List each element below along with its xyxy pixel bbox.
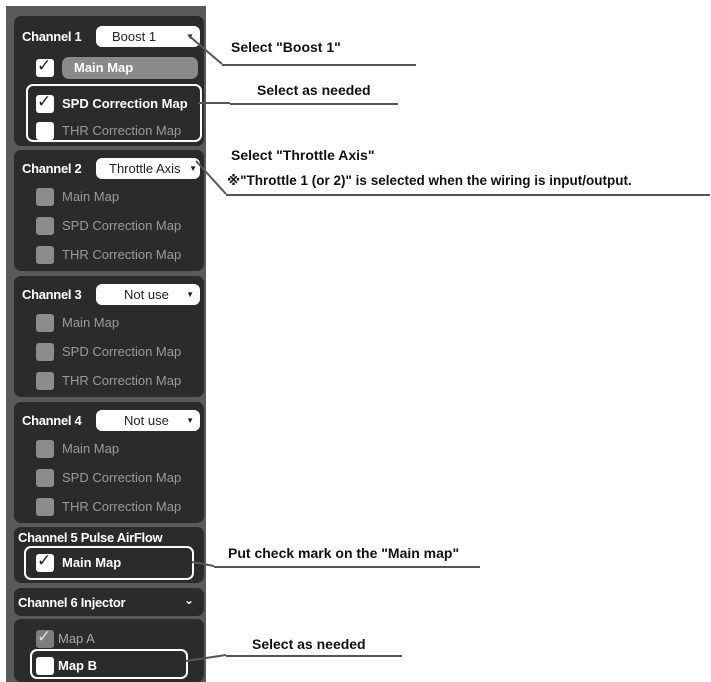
underline-throttle xyxy=(226,194,710,196)
note-main-map: Put check mark on the "Main map" xyxy=(228,545,460,561)
connector-throttle xyxy=(195,160,227,195)
underline-main-map xyxy=(214,566,480,568)
underline-needed-1 xyxy=(230,103,398,105)
underline-boost xyxy=(222,64,416,66)
connector-main-map xyxy=(191,561,215,567)
note-select-boost: Select "Boost 1" xyxy=(231,39,341,55)
connector-boost xyxy=(187,34,223,65)
note-select-needed-1: Select as needed xyxy=(257,82,371,98)
underline-needed-2 xyxy=(226,655,402,657)
connector-map-b xyxy=(185,654,227,662)
note-select-needed-2: Select as needed xyxy=(252,636,366,652)
note-throttle-wiring: ※"Throttle 1 (or 2)" is selected when th… xyxy=(227,173,632,188)
note-select-throttle: Select "Throttle Axis" xyxy=(231,147,375,163)
